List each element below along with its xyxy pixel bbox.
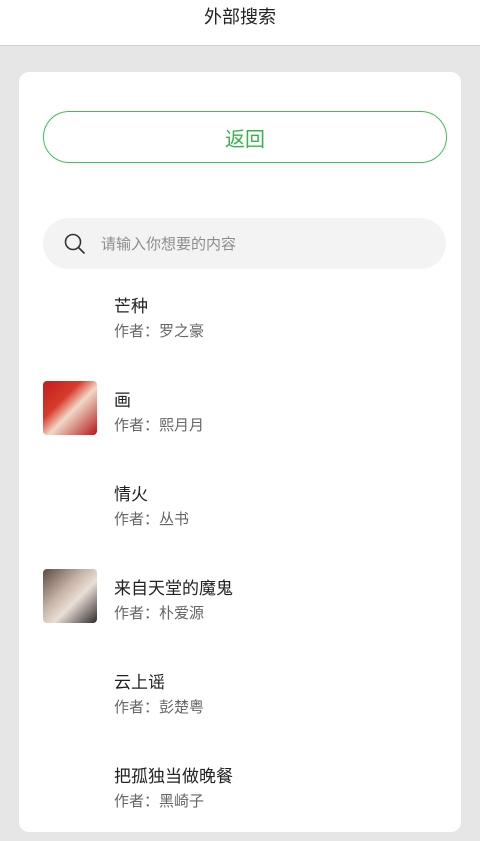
list-item[interactable]: 把孤独当做晚餐 作者：黑崎子 — [19, 747, 461, 841]
page-title: 外部搜索 — [204, 6, 276, 28]
song-author: 作者：黑崎子 — [114, 790, 204, 811]
title-bar: 外部搜索 — [0, 0, 480, 46]
list-item[interactable]: 情火 作者：丛书 — [19, 465, 461, 559]
song-title: 来自天堂的魔鬼 — [114, 579, 233, 599]
list-item[interactable]: 画 作者：熙月月 — [19, 371, 461, 465]
author-prefix: 作者： — [114, 322, 160, 340]
author-name: 黑崎子 — [159, 792, 205, 810]
author-name: 丛书 — [159, 510, 190, 528]
song-title: 把孤独当做晚餐 — [114, 767, 233, 787]
song-author: 作者：朴爱源 — [114, 602, 204, 623]
song-title: 云上谣 — [114, 673, 165, 693]
back-button[interactable]: 返回 — [43, 111, 447, 163]
song-author: 作者：罗之豪 — [114, 320, 204, 341]
author-prefix: 作者： — [114, 510, 160, 528]
search-input[interactable] — [99, 233, 423, 254]
author-name: 彭楚粤 — [159, 698, 205, 716]
author-prefix: 作者： — [114, 698, 160, 716]
author-prefix: 作者： — [114, 416, 160, 434]
song-title: 情火 — [114, 485, 148, 505]
list-item[interactable]: 芒种 作者：罗之豪 — [19, 277, 461, 371]
author-name: 朴爱源 — [159, 604, 205, 622]
song-author: 作者：彭楚粤 — [114, 696, 204, 717]
song-author: 作者：丛书 — [114, 508, 189, 529]
song-title: 芒种 — [114, 297, 148, 317]
author-name: 熙月月 — [159, 416, 205, 434]
author-prefix: 作者： — [114, 604, 160, 622]
author-prefix: 作者： — [114, 792, 160, 810]
list-item[interactable]: 来自天堂的魔鬼 作者：朴爱源 — [19, 559, 461, 653]
search-bar[interactable] — [43, 218, 446, 269]
song-author: 作者：熙月月 — [114, 414, 204, 435]
search-icon — [64, 233, 85, 254]
list-item[interactable]: 云上谣 作者：彭楚粤 — [19, 653, 461, 747]
song-title: 画 — [114, 391, 131, 411]
author-name: 罗之豪 — [159, 322, 205, 340]
content-card: 返回 芒种 作者：罗之豪 画 作者：熙月月 情火 作者：丛书 — [19, 72, 461, 832]
album-cover-image — [43, 381, 97, 435]
album-cover-image — [43, 569, 97, 623]
